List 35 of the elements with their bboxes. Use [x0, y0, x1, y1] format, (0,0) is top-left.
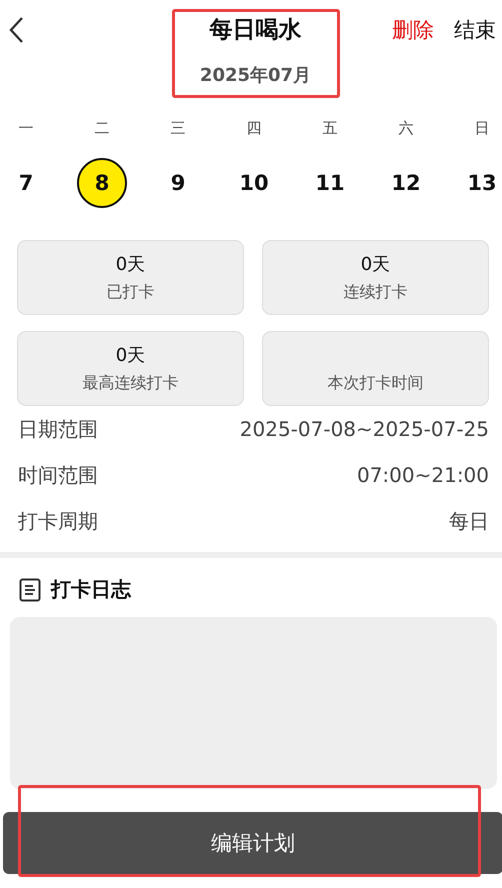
date-item[interactable]: 10	[229, 158, 279, 208]
document-icon	[19, 578, 41, 602]
weekday-label: 六	[398, 118, 414, 139]
info-label: 日期范围	[18, 416, 98, 442]
info-label: 打卡周期	[18, 508, 98, 534]
stat-value: 0天	[116, 253, 146, 276]
date-item[interactable]: 13	[457, 158, 502, 208]
date-item[interactable]: 9	[153, 158, 203, 208]
stat-label: 最高连续打卡	[82, 373, 178, 394]
weekday-label: 二	[94, 118, 110, 139]
info-value: 07:00~21:00	[356, 463, 489, 487]
stat-label: 已打卡	[106, 282, 154, 303]
weekday-label: 一	[18, 118, 34, 139]
stat-value: 0天	[116, 344, 146, 367]
weekday-label: 三	[170, 118, 186, 139]
section-title: 打卡日志	[51, 576, 131, 603]
edit-plan-button[interactable]: 编辑计划	[3, 812, 502, 874]
date-item[interactable]: 8	[77, 158, 127, 208]
weekday-label: 五	[322, 118, 338, 139]
info-value: 2025-07-08~2025-07-25	[240, 417, 489, 441]
stat-label: 连续打卡	[344, 282, 408, 303]
info-value: 每日	[449, 508, 489, 534]
date-item[interactable]: 7	[1, 158, 51, 208]
weekday-label: 四	[246, 118, 262, 139]
month-label: 2025年07月	[200, 64, 312, 88]
date-item[interactable]: 11	[305, 158, 355, 208]
weekday-label: 日	[474, 118, 490, 139]
info-label: 时间范围	[18, 462, 98, 488]
date-item[interactable]: 12	[381, 158, 431, 208]
stat-label: 本次打卡时间	[328, 373, 424, 394]
delete-link[interactable]: 删除	[392, 15, 434, 45]
end-link[interactable]: 结束	[454, 15, 496, 45]
back-icon[interactable]	[8, 16, 24, 44]
page-title: 每日喝水	[210, 16, 302, 45]
stat-value: 0天	[360, 253, 390, 276]
